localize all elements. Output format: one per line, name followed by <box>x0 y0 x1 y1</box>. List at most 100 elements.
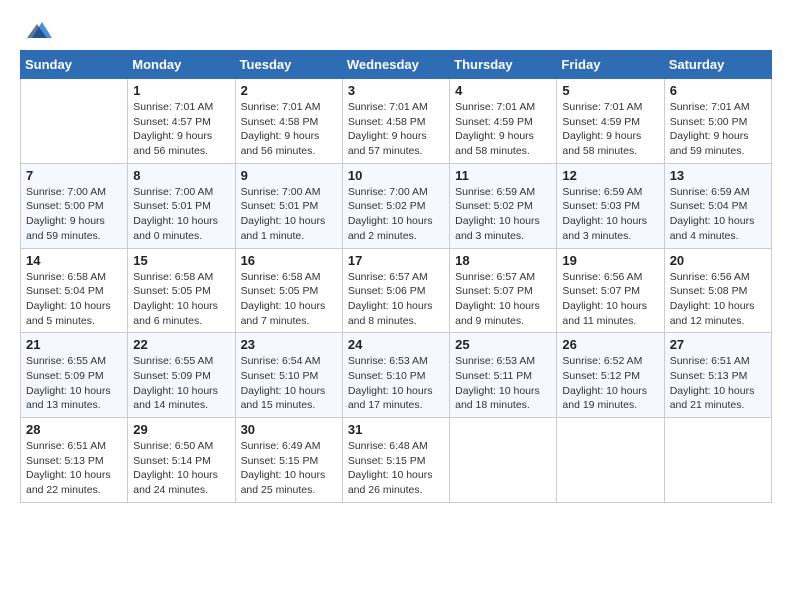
calendar-cell: 1 Sunrise: 7:01 AMSunset: 4:57 PMDaylight… <box>128 79 235 164</box>
day-info: Sunrise: 7:01 AMSunset: 4:57 PMDaylight:… <box>133 100 229 159</box>
day-number: 17 <box>348 253 444 268</box>
calendar-week-row: 1 Sunrise: 7:01 AMSunset: 4:57 PMDaylight… <box>21 79 772 164</box>
day-number: 23 <box>241 337 337 352</box>
calendar-cell: 11 Sunrise: 6:59 AMSunset: 5:02 PMDayligh… <box>450 163 557 248</box>
day-info: Sunrise: 7:01 AMSunset: 4:59 PMDaylight:… <box>455 100 551 159</box>
calendar-cell: 10 Sunrise: 7:00 AMSunset: 5:02 PMDayligh… <box>342 163 449 248</box>
calendar-cell <box>21 79 128 164</box>
day-number: 5 <box>562 83 658 98</box>
day-number: 11 <box>455 168 551 183</box>
day-info: Sunrise: 6:49 AMSunset: 5:15 PMDaylight:… <box>241 439 337 498</box>
day-number: 9 <box>241 168 337 183</box>
calendar-cell: 29 Sunrise: 6:50 AMSunset: 5:14 PMDayligh… <box>128 418 235 503</box>
day-info: Sunrise: 6:51 AMSunset: 5:13 PMDaylight:… <box>670 354 766 413</box>
calendar-cell: 15Sunrise: 6:58 AMSunset: 5:05 PMDayligh… <box>128 248 235 333</box>
weekday-header: Tuesday <box>235 51 342 79</box>
day-number: 16 <box>241 253 337 268</box>
calendar-cell: 30 Sunrise: 6:49 AMSunset: 5:15 PMDayligh… <box>235 418 342 503</box>
day-number: 26 <box>562 337 658 352</box>
calendar-cell: 5 Sunrise: 7:01 AMSunset: 4:59 PMDaylight… <box>557 79 664 164</box>
day-number: 22 <box>133 337 229 352</box>
calendar-cell: 19 Sunrise: 6:56 AMSunset: 5:07 PMDayligh… <box>557 248 664 333</box>
day-number: 7 <box>26 168 122 183</box>
weekday-header: Wednesday <box>342 51 449 79</box>
day-info: Sunrise: 6:52 AMSunset: 5:12 PMDaylight:… <box>562 354 658 413</box>
day-number: 18 <box>455 253 551 268</box>
calendar-cell <box>450 418 557 503</box>
calendar-week-row: 21Sunrise: 6:55 AMSunset: 5:09 PMDayligh… <box>21 333 772 418</box>
calendar-cell: 4 Sunrise: 7:01 AMSunset: 4:59 PMDaylight… <box>450 79 557 164</box>
day-number: 8 <box>133 168 229 183</box>
day-info: Sunrise: 6:59 AMSunset: 5:03 PMDaylight:… <box>562 185 658 244</box>
day-number: 31 <box>348 422 444 437</box>
day-info: Sunrise: 6:48 AMSunset: 5:15 PMDaylight:… <box>348 439 444 498</box>
day-number: 10 <box>348 168 444 183</box>
calendar-cell: 28 Sunrise: 6:51 AMSunset: 5:13 PMDayligh… <box>21 418 128 503</box>
day-info: Sunrise: 6:53 AMSunset: 5:10 PMDaylight:… <box>348 354 444 413</box>
day-info: Sunrise: 6:58 AMSunset: 5:05 PMDaylight:… <box>241 270 337 329</box>
calendar-cell: 31 Sunrise: 6:48 AMSunset: 5:15 PMDayligh… <box>342 418 449 503</box>
day-number: 2 <box>241 83 337 98</box>
calendar-cell: 7Sunrise: 7:00 AMSunset: 5:00 PMDaylight… <box>21 163 128 248</box>
day-info: Sunrise: 6:55 AMSunset: 5:09 PMDaylight:… <box>26 354 122 413</box>
calendar-cell: 27 Sunrise: 6:51 AMSunset: 5:13 PMDayligh… <box>664 333 771 418</box>
day-number: 3 <box>348 83 444 98</box>
day-number: 27 <box>670 337 766 352</box>
calendar-week-row: 28 Sunrise: 6:51 AMSunset: 5:13 PMDayligh… <box>21 418 772 503</box>
day-info: Sunrise: 6:59 AMSunset: 5:04 PMDaylight:… <box>670 185 766 244</box>
day-info: Sunrise: 6:57 AMSunset: 5:06 PMDaylight:… <box>348 270 444 329</box>
day-info: Sunrise: 6:56 AMSunset: 5:08 PMDaylight:… <box>670 270 766 329</box>
logo <box>20 20 54 40</box>
calendar-cell: 22 Sunrise: 6:55 AMSunset: 5:09 PMDayligh… <box>128 333 235 418</box>
day-info: Sunrise: 7:01 AMSunset: 4:59 PMDaylight:… <box>562 100 658 159</box>
day-number: 14 <box>26 253 122 268</box>
day-number: 13 <box>670 168 766 183</box>
day-number: 20 <box>670 253 766 268</box>
calendar-cell: 3 Sunrise: 7:01 AMSunset: 4:58 PMDaylight… <box>342 79 449 164</box>
calendar-cell: 25 Sunrise: 6:53 AMSunset: 5:11 PMDayligh… <box>450 333 557 418</box>
calendar-table: SundayMondayTuesdayWednesdayThursdayFrid… <box>20 50 772 503</box>
calendar-cell: 18Sunrise: 6:57 AMSunset: 5:07 PMDayligh… <box>450 248 557 333</box>
day-info: Sunrise: 7:01 AMSunset: 5:00 PMDaylight:… <box>670 100 766 159</box>
day-info: Sunrise: 6:53 AMSunset: 5:11 PMDaylight:… <box>455 354 551 413</box>
calendar-cell: 26 Sunrise: 6:52 AMSunset: 5:12 PMDayligh… <box>557 333 664 418</box>
day-info: Sunrise: 6:54 AMSunset: 5:10 PMDaylight:… <box>241 354 337 413</box>
day-info: Sunrise: 7:01 AMSunset: 4:58 PMDaylight:… <box>241 100 337 159</box>
weekday-header-row: SundayMondayTuesdayWednesdayThursdayFrid… <box>21 51 772 79</box>
day-number: 12 <box>562 168 658 183</box>
day-info: Sunrise: 6:50 AMSunset: 5:14 PMDaylight:… <box>133 439 229 498</box>
day-number: 28 <box>26 422 122 437</box>
weekday-header: Sunday <box>21 51 128 79</box>
day-number: 29 <box>133 422 229 437</box>
day-number: 30 <box>241 422 337 437</box>
day-number: 19 <box>562 253 658 268</box>
day-info: Sunrise: 7:00 AMSunset: 5:01 PMDaylight:… <box>133 185 229 244</box>
weekday-header: Thursday <box>450 51 557 79</box>
day-number: 6 <box>670 83 766 98</box>
day-number: 24 <box>348 337 444 352</box>
day-number: 4 <box>455 83 551 98</box>
day-number: 15 <box>133 253 229 268</box>
day-info: Sunrise: 7:00 AMSunset: 5:01 PMDaylight:… <box>241 185 337 244</box>
calendar-week-row: 7Sunrise: 7:00 AMSunset: 5:00 PMDaylight… <box>21 163 772 248</box>
day-info: Sunrise: 6:55 AMSunset: 5:09 PMDaylight:… <box>133 354 229 413</box>
day-info: Sunrise: 6:59 AMSunset: 5:02 PMDaylight:… <box>455 185 551 244</box>
calendar-cell: 9 Sunrise: 7:00 AMSunset: 5:01 PMDaylight… <box>235 163 342 248</box>
weekday-header: Monday <box>128 51 235 79</box>
calendar-cell: 21Sunrise: 6:55 AMSunset: 5:09 PMDayligh… <box>21 333 128 418</box>
day-info: Sunrise: 7:01 AMSunset: 4:58 PMDaylight:… <box>348 100 444 159</box>
calendar-cell: 8 Sunrise: 7:00 AMSunset: 5:01 PMDaylight… <box>128 163 235 248</box>
calendar-cell: 17 Sunrise: 6:57 AMSunset: 5:06 PMDayligh… <box>342 248 449 333</box>
day-info: Sunrise: 7:00 AMSunset: 5:02 PMDaylight:… <box>348 185 444 244</box>
calendar-cell: 23 Sunrise: 6:54 AMSunset: 5:10 PMDayligh… <box>235 333 342 418</box>
day-info: Sunrise: 6:56 AMSunset: 5:07 PMDaylight:… <box>562 270 658 329</box>
day-number: 25 <box>455 337 551 352</box>
day-number: 1 <box>133 83 229 98</box>
day-info: Sunrise: 6:51 AMSunset: 5:13 PMDaylight:… <box>26 439 122 498</box>
calendar-cell: 13 Sunrise: 6:59 AMSunset: 5:04 PMDayligh… <box>664 163 771 248</box>
page-header <box>20 20 772 40</box>
calendar-cell: 12 Sunrise: 6:59 AMSunset: 5:03 PMDayligh… <box>557 163 664 248</box>
day-info: Sunrise: 6:58 AMSunset: 5:04 PMDaylight:… <box>26 270 122 329</box>
weekday-header: Saturday <box>664 51 771 79</box>
calendar-cell: 20 Sunrise: 6:56 AMSunset: 5:08 PMDayligh… <box>664 248 771 333</box>
